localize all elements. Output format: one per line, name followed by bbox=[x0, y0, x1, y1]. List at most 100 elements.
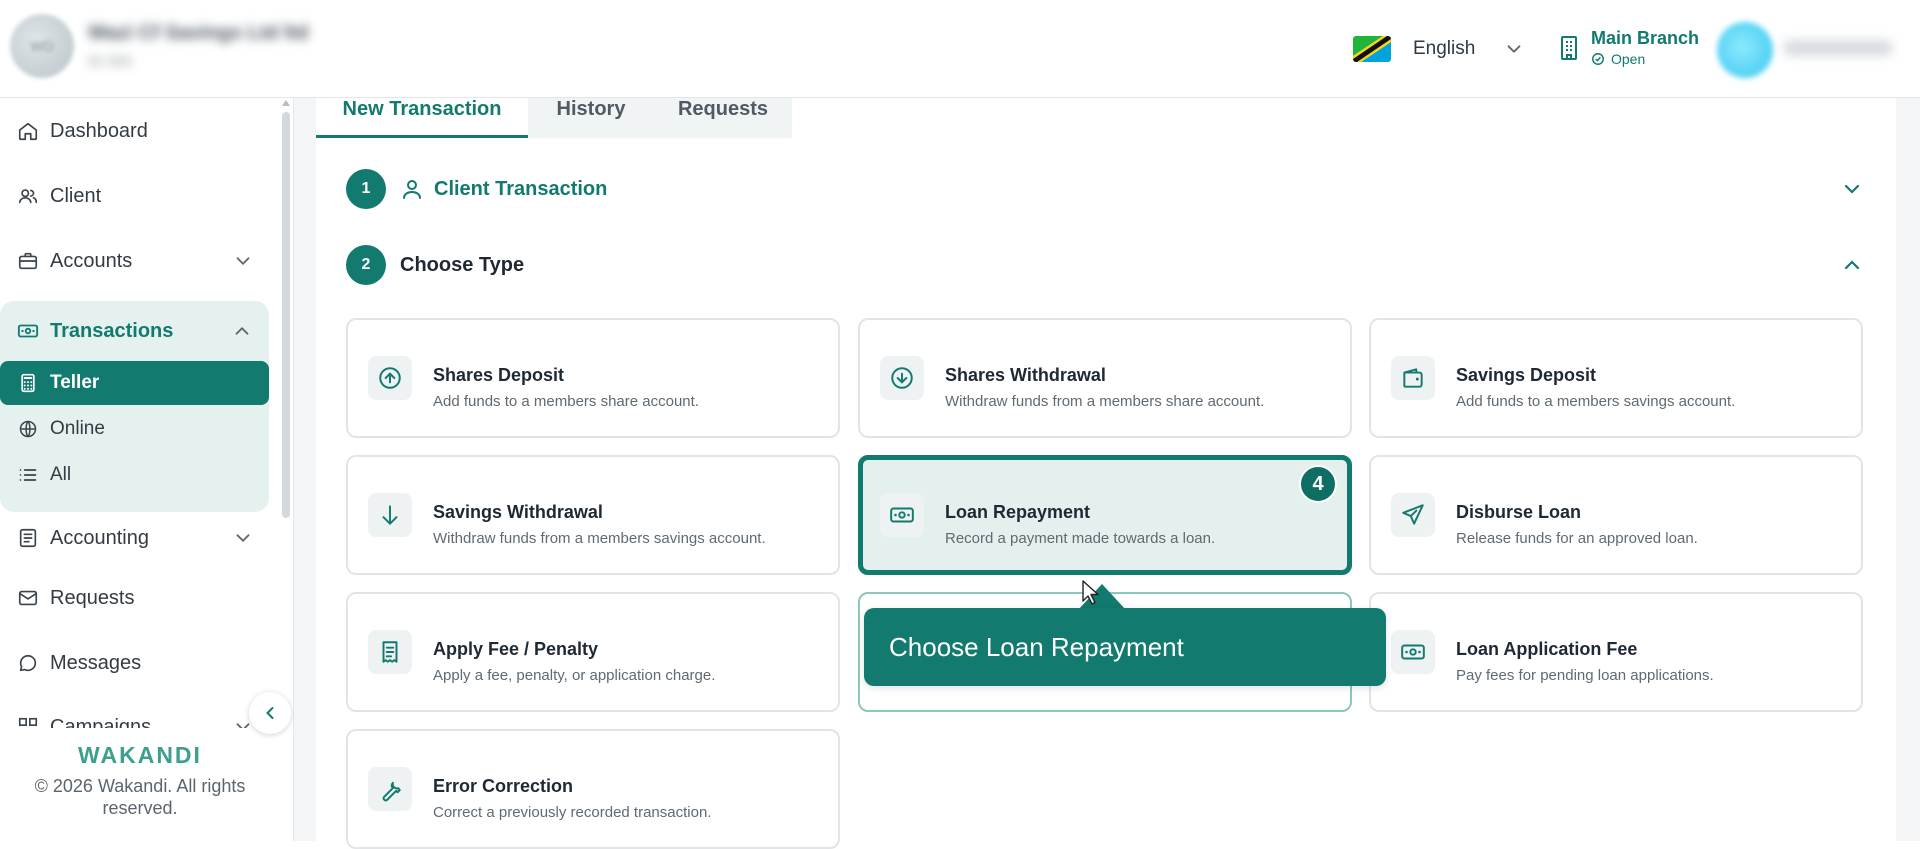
top-header: WD Wazi Cf Savings Ltd ltd ID 000 Englis… bbox=[0, 0, 1920, 98]
banknote-icon bbox=[16, 319, 40, 343]
card-description: Correct a previously recorded transactio… bbox=[433, 804, 712, 821]
branch-status: Open bbox=[1591, 51, 1645, 67]
sidebar-item-campaigns[interactable]: Campaigns bbox=[0, 705, 270, 728]
card-loan-repayment[interactable]: Loan Repayment Record a payment made tow… bbox=[858, 455, 1352, 575]
briefcase-icon bbox=[16, 249, 40, 273]
list-icon bbox=[16, 463, 40, 487]
card-title: Shares Withdrawal bbox=[945, 365, 1106, 385]
calculator-icon bbox=[16, 371, 40, 395]
sidebar-item-requests[interactable]: Requests bbox=[0, 576, 270, 620]
card-savings-withdrawal[interactable]: Savings Withdrawal Withdraw funds from a… bbox=[346, 455, 840, 575]
ledger-icon bbox=[16, 526, 40, 550]
branch-name[interactable]: Main Branch bbox=[1591, 28, 1699, 49]
sidebar-scrollbar[interactable] bbox=[282, 112, 290, 518]
sidebar-item-client[interactable]: Client bbox=[0, 174, 270, 218]
sidebar-item-label: Accounts bbox=[50, 249, 133, 272]
organization-subtitle: ID 000 bbox=[88, 53, 133, 70]
sidebar-item-transactions[interactable]: Transactions bbox=[0, 309, 269, 353]
users-icon bbox=[16, 184, 40, 208]
sidebar-item-accounting[interactable]: Accounting bbox=[0, 516, 270, 560]
user-avatar[interactable] bbox=[1717, 22, 1773, 78]
card-description: Add funds to a members savings account. bbox=[1456, 393, 1736, 410]
organization-avatar-text: WD bbox=[30, 38, 54, 54]
chevron-down-icon[interactable] bbox=[1840, 177, 1864, 201]
send-icon bbox=[1391, 493, 1435, 537]
organization-info[interactable]: WD Wazi Cf Savings Ltd ltd ID 000 bbox=[10, 14, 308, 78]
step-badge: 4 bbox=[1299, 465, 1337, 503]
card-description: Pay fees for pending loan applications. bbox=[1456, 667, 1714, 684]
sidebar-item-accounts[interactable]: Accounts bbox=[0, 239, 270, 283]
step-choose-type[interactable]: 2 Choose Type bbox=[346, 245, 524, 285]
sidebar-item-label: Accounting bbox=[50, 526, 149, 549]
sidebar-subitem-label: Online bbox=[50, 418, 105, 439]
card-error-correction[interactable]: Error Correction Correct a previously re… bbox=[346, 729, 840, 849]
wallet-icon bbox=[1391, 356, 1435, 400]
card-savings-deposit[interactable]: Savings Deposit Add funds to a members s… bbox=[1369, 318, 1863, 438]
sidebar-footer: WAKANDI © 2026 Wakandi. All rights reser… bbox=[0, 728, 280, 841]
tanzania-flag-icon[interactable] bbox=[1353, 36, 1391, 62]
guide-tooltip: Choose Loan Repayment bbox=[864, 608, 1386, 686]
transactions-group: Transactions Teller Online All bbox=[0, 301, 269, 512]
chevron-down-icon[interactable] bbox=[232, 527, 254, 549]
sidebar-subitem-label: All bbox=[50, 464, 72, 485]
sidebar: Dashboard Client Accounts Transactions T… bbox=[0, 98, 294, 841]
sidebar-item-label: Transactions bbox=[50, 319, 174, 342]
main-content: New Transaction History Requests 1 Clien… bbox=[294, 98, 1920, 849]
sidebar-subitem-online[interactable]: Online bbox=[0, 407, 269, 451]
card-title: Savings Deposit bbox=[1456, 365, 1597, 385]
arrow-down-icon bbox=[368, 493, 412, 537]
card-description: Record a payment made towards a loan. bbox=[945, 530, 1216, 547]
user-name[interactable] bbox=[1783, 40, 1893, 56]
tab-new-transaction[interactable]: New Transaction bbox=[316, 98, 528, 138]
branch-status-label: Open bbox=[1611, 51, 1646, 67]
user-icon bbox=[403, 180, 421, 199]
chevron-down-icon[interactable] bbox=[1503, 38, 1525, 60]
copyright-text: © 2026 Wakandi. All rights reserved. bbox=[34, 776, 246, 818]
card-description: Release funds for an approved loan. bbox=[1456, 530, 1698, 547]
arrow-up-circle-icon bbox=[368, 356, 412, 400]
card-title: Disburse Loan bbox=[1456, 502, 1582, 522]
card-description: Add funds to a members share account. bbox=[433, 393, 699, 410]
sidebar-nav: Dashboard Client Accounts Transactions T… bbox=[0, 98, 280, 728]
chevron-up-icon[interactable] bbox=[231, 320, 253, 342]
mail-icon bbox=[16, 586, 40, 610]
tab-requests[interactable]: Requests bbox=[654, 98, 792, 138]
card-description: Withdraw funds from a members savings ac… bbox=[433, 530, 766, 547]
banknote-icon bbox=[880, 493, 924, 537]
organization-avatar: WD bbox=[10, 14, 74, 78]
card-title: Error Correction bbox=[433, 776, 574, 796]
sidebar-subitem-label: Teller bbox=[50, 372, 100, 393]
card-title: Apply Fee / Penalty bbox=[433, 639, 599, 659]
mouse-cursor-icon bbox=[1082, 580, 1099, 605]
card-loan-application-fee[interactable]: Loan Application Fee Pay fees for pendin… bbox=[1369, 592, 1863, 712]
card-shares-withdrawal[interactable]: Shares Withdrawal Withdraw funds from a … bbox=[858, 318, 1352, 438]
sidebar-item-label: Client bbox=[50, 184, 102, 207]
step-title: Choose Type bbox=[400, 253, 525, 276]
receipt-icon bbox=[368, 630, 412, 674]
card-apply-fee-penalty[interactable]: Apply Fee / Penalty Apply a fee, penalty… bbox=[346, 592, 840, 712]
sidebar-subitem-teller[interactable]: Teller bbox=[0, 361, 269, 405]
step-client-transaction[interactable]: 1 Client Transaction bbox=[346, 169, 607, 209]
scroll-up-arrow[interactable] bbox=[282, 100, 290, 106]
grid-icon bbox=[16, 715, 40, 728]
sidebar-item-messages[interactable]: Messages bbox=[0, 641, 270, 685]
chevron-down-icon[interactable] bbox=[232, 250, 254, 272]
building-icon bbox=[1557, 35, 1581, 61]
card-disburse-loan[interactable]: Disburse Loan Release funds for an appro… bbox=[1369, 455, 1863, 575]
sidebar-item-dashboard[interactable]: Dashboard bbox=[0, 109, 270, 153]
card-title: Shares Deposit bbox=[433, 365, 565, 385]
chevron-left-icon bbox=[266, 707, 274, 719]
collapse-sidebar-button[interactable] bbox=[249, 692, 291, 734]
organization-name: Wazi Cf Savings Ltd ltd bbox=[88, 22, 309, 44]
chevron-up-icon[interactable] bbox=[1840, 253, 1864, 277]
language-select[interactable]: English bbox=[1413, 38, 1475, 60]
card-title: Loan Application Fee bbox=[1456, 639, 1638, 659]
card-description: Apply a fee, penalty, or application cha… bbox=[433, 667, 716, 684]
card-shares-deposit[interactable]: Shares Deposit Add funds to a members sh… bbox=[346, 318, 840, 438]
check-circle-icon bbox=[1592, 53, 1604, 65]
arrow-down-circle-icon bbox=[880, 356, 924, 400]
chat-icon bbox=[16, 651, 40, 675]
sidebar-subitem-all[interactable]: All bbox=[0, 453, 269, 497]
globe-icon bbox=[16, 417, 40, 441]
tab-history[interactable]: History bbox=[528, 98, 654, 138]
